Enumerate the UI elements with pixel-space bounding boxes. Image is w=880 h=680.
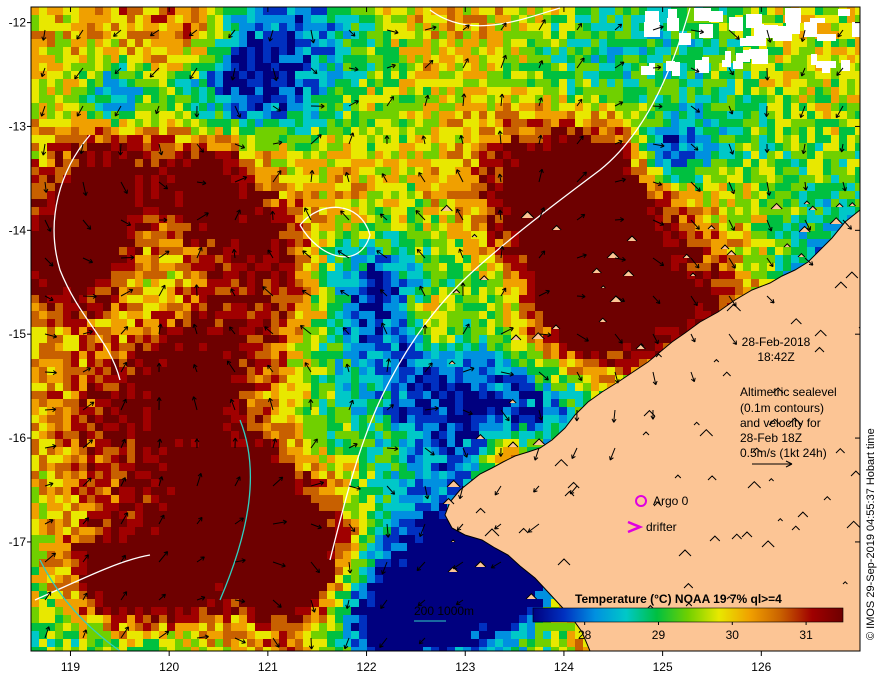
depth-contour-scale-label: 200 1000m [414, 604, 474, 618]
info-line-5: 0.5m/s (1kt 24h) [740, 446, 827, 460]
lat-tick-label: -15 [9, 327, 27, 341]
sst-map-figure: 119 120 121 122 123 124 125 126 -12 -13 -14 -15 -16… [9, 6, 877, 674]
lon-tick-label: 126 [751, 660, 771, 674]
lon-tick-label: 120 [159, 660, 179, 674]
lon-tick-label: 125 [653, 660, 673, 674]
lon-tick-label: 123 [455, 660, 475, 674]
info-line-3: and velocity for [740, 416, 821, 430]
colorbar-tick-label: 31 [799, 628, 813, 642]
drifter-label: drifter [646, 520, 677, 534]
lon-tick-label: 122 [357, 660, 377, 674]
lon-tick-label: 121 [258, 660, 278, 674]
colorbar [532, 607, 844, 623]
credit-text: © IMOS 29-Sep-2019 04:55:37 Hobart time [865, 428, 877, 640]
lat-tick-label: -14 [9, 223, 27, 237]
lon-tick-label: 124 [554, 660, 574, 674]
lat-tick-label: -17 [9, 535, 27, 549]
time-label: 18:42Z [757, 350, 794, 364]
lat-tick-label: -12 [9, 16, 27, 30]
colorbar-tick-label: 30 [726, 628, 740, 642]
lat-tick-label: -13 [9, 119, 27, 133]
colorbar-tick-label: 29 [652, 628, 666, 642]
map-panel [31, 7, 860, 651]
colorbar-tick-label: 28 [578, 628, 592, 642]
colorbar-title: Temperature (°C) NOAA 19 7% ql>=4 [575, 592, 782, 606]
info-line-2: (0.1m contours) [740, 401, 824, 415]
lat-tick-label: -16 [9, 431, 27, 445]
lon-tick-label: 119 [61, 660, 80, 674]
info-line-4: 28-Feb 18Z [740, 431, 802, 445]
info-line-1: Altimetric sealevel [740, 385, 837, 399]
date-label: 28-Feb-2018 [742, 335, 811, 349]
argo-label: Argo 0 [653, 494, 689, 508]
